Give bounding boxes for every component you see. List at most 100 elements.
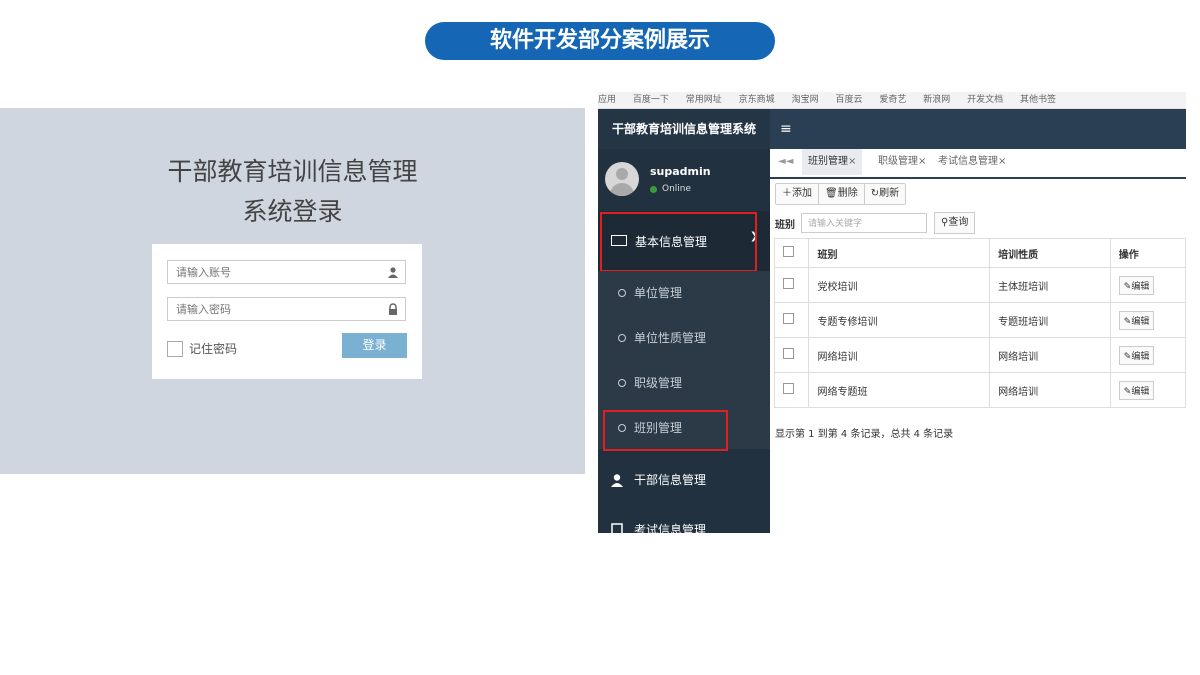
add-button-label: 添加 [792, 188, 812, 199]
user-status: Online [650, 184, 691, 194]
edit-button-label: 编辑 [1131, 281, 1150, 292]
cell-nature: 主体班培训 [989, 267, 1111, 303]
bookmark-item[interactable]: 爱奇艺 [879, 95, 906, 105]
bookmark-item[interactable]: 新浪网 [923, 95, 950, 105]
tab-exam[interactable]: 考试信息管理× [932, 149, 1012, 175]
tab-label: 班别管理 [808, 156, 848, 167]
refresh-button[interactable]: ↻刷新 [864, 184, 906, 204]
account-field[interactable] [167, 260, 406, 284]
highlight-box [600, 212, 757, 272]
row-checkbox[interactable] [783, 348, 794, 359]
table-row: 网络培训 网络培训 ✎编辑 [773, 337, 1186, 373]
row-checkbox[interactable] [783, 278, 794, 289]
sidebar-item-exam-info[interactable]: 考试信息管理 [610, 521, 706, 533]
cell-nature: 网络培训 [989, 337, 1111, 373]
sidebar-item-unit[interactable]: 单位管理 [618, 284, 682, 301]
account-input[interactable] [168, 262, 389, 284]
column-header-nature[interactable]: 培训性质 [989, 238, 1111, 268]
select-all-cell[interactable] [773, 238, 810, 268]
tab-bar: ◄◄ 班别管理× 职级管理× 考试信息管理× [770, 149, 1186, 179]
cell-class: 专题专修培训 [808, 302, 991, 338]
remember-checkbox[interactable] [167, 340, 183, 357]
tab-rank[interactable]: 职级管理× [872, 149, 932, 175]
table-row: 党校培训 主体班培训 ✎编辑 [773, 267, 1186, 303]
password-input[interactable] [168, 299, 389, 321]
close-icon[interactable]: × [918, 156, 926, 167]
sidebar-item-cadre-info[interactable]: 干部信息管理 [610, 471, 706, 488]
main-content: ◄◄ 班别管理× 职级管理× 考试信息管理× ＋添加 🗑删除 ↻刷新 班别 请输… [770, 149, 1186, 533]
search-button[interactable]: ⚲查询 [934, 212, 976, 234]
edit-button[interactable]: ✎编辑 [1118, 275, 1155, 295]
user-status-label: Online [662, 184, 692, 194]
row-select-cell[interactable] [773, 267, 810, 303]
top-bar: 干部教育培训信息管理系统 ≡ [598, 109, 1186, 149]
login-title: 干部教育培训信息管理 系统登录 [0, 152, 585, 232]
cell-action: ✎编辑 [1109, 302, 1186, 338]
row-select-cell[interactable] [773, 372, 810, 408]
sidebar-item-label: 职级管理 [634, 376, 683, 390]
class-table: 班别 培训性质 操作 党校培训 主体班培训 ✎编辑 专题专修培训 专题班培训 ✎… [773, 238, 1186, 408]
plus-icon: ＋ [782, 188, 792, 199]
delete-button[interactable]: 🗑删除 [819, 184, 865, 204]
lock-icon [389, 303, 397, 315]
avatar [605, 162, 639, 196]
search-row: 班别 请输入关键字 ⚲查询 [775, 212, 976, 234]
circle-icon [618, 333, 626, 342]
bookmark-item[interactable]: 常用网址 [686, 95, 722, 105]
row-checkbox[interactable] [783, 383, 794, 394]
user-panel: supadmin Online [598, 149, 770, 211]
search-input[interactable]: 请输入关键字 [801, 213, 927, 233]
menu-toggle-icon[interactable]: ≡ [780, 109, 792, 149]
bookmark-item[interactable]: 淘宝网 [792, 95, 819, 105]
document-icon [611, 522, 623, 533]
bookmark-item[interactable]: 京东商城 [739, 95, 775, 105]
cell-nature: 网络培训 [989, 372, 1111, 408]
remember-option[interactable]: 记住密码 [167, 340, 237, 357]
edit-button-label: 编辑 [1131, 316, 1150, 327]
tab-label: 考试信息管理 [938, 156, 998, 167]
close-icon[interactable]: × [848, 156, 856, 167]
tab-scroll-left-icon[interactable]: ◄◄ [772, 149, 799, 175]
tab-class[interactable]: 班别管理× [802, 149, 863, 175]
close-icon[interactable]: × [998, 156, 1006, 167]
row-select-cell[interactable] [773, 337, 810, 373]
refresh-button-label: 刷新 [879, 188, 900, 199]
bookmark-item[interactable]: 百度云 [835, 95, 862, 105]
sidebar: supadmin Online 基本信息管理 ❯ 单位管理 单位性质管理 职级管… [598, 149, 770, 533]
online-dot-icon [650, 185, 657, 193]
bookmark-item[interactable]: 开发文档 [967, 95, 1003, 105]
row-select-cell[interactable] [773, 302, 810, 338]
sidebar-item-label: 干部信息管理 [634, 473, 707, 487]
column-header-action: 操作 [1109, 238, 1186, 268]
bookmark-item[interactable]: 百度一下 [633, 95, 669, 105]
user-icon [388, 267, 398, 278]
login-screen: 干部教育培训信息管理 系统登录 记住密码 登录 [0, 108, 585, 474]
row-checkbox[interactable] [783, 313, 794, 324]
login-button[interactable]: 登录 [342, 333, 407, 358]
column-header-class[interactable]: 班别 [808, 238, 991, 268]
edit-button[interactable]: ✎编辑 [1118, 310, 1155, 330]
sidebar-item-label: 单位管理 [634, 286, 683, 300]
cell-action: ✎编辑 [1109, 267, 1186, 303]
table-row: 专题专修培训 专题班培训 ✎编辑 [773, 302, 1186, 338]
sidebar-item-rank[interactable]: 职级管理 [618, 374, 682, 391]
select-all-checkbox[interactable] [783, 246, 794, 257]
cell-class: 党校培训 [808, 267, 991, 303]
toolbar: ＋添加 🗑删除 ↻刷新 [775, 183, 907, 205]
login-title-line2: 系统登录 [242, 197, 343, 226]
edit-button[interactable]: ✎编辑 [1118, 380, 1155, 400]
edit-button-label: 编辑 [1131, 386, 1150, 397]
pagination-summary: 显示第 1 到第 4 条记录，总共 4 条记录 [775, 429, 954, 440]
section-banner: 软件开发部分案例展示 [425, 22, 775, 60]
sidebar-item-unit-nature[interactable]: 单位性质管理 [618, 329, 706, 346]
add-button[interactable]: ＋添加 [776, 184, 819, 204]
cell-class: 网络培训 [808, 337, 991, 373]
edit-button[interactable]: ✎编辑 [1118, 345, 1155, 365]
password-field[interactable] [167, 297, 406, 321]
circle-icon [618, 378, 626, 387]
cell-class: 网络专题班 [808, 372, 991, 408]
bookmark-item[interactable]: 其他书签 [1020, 95, 1056, 105]
delete-button-label: 删除 [837, 188, 858, 199]
bookmark-item[interactable]: 应用 [598, 95, 616, 105]
cell-action: ✎编辑 [1109, 372, 1186, 408]
